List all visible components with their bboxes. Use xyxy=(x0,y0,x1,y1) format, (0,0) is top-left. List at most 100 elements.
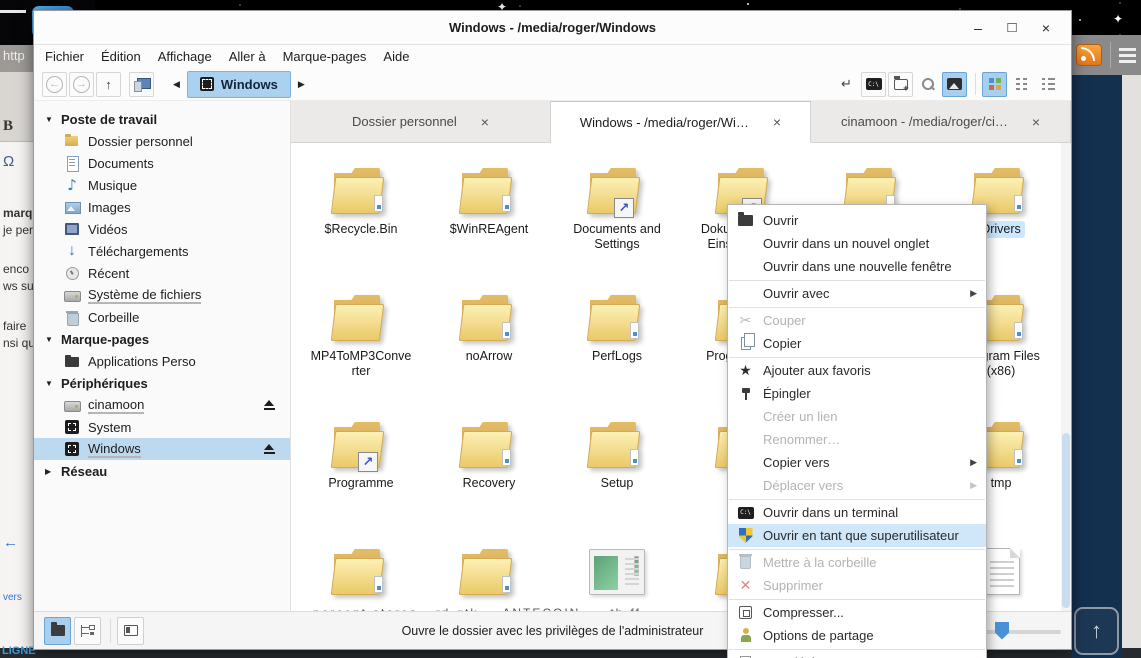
toggle-location-entry-button[interactable]: ↵ xyxy=(834,72,859,97)
sidebar-item-videos[interactable]: Vidéos xyxy=(34,218,290,240)
text-fragment: enco xyxy=(3,262,29,276)
back-button[interactable]: ← xyxy=(42,72,67,97)
menu-item-copier-vers[interactable]: Copier vers▶ xyxy=(728,451,986,474)
close-tab-icon[interactable]: × xyxy=(773,114,781,130)
forward-button[interactable]: → xyxy=(69,72,94,97)
close-button[interactable]: × xyxy=(1031,16,1061,40)
breadcrumb-windows[interactable]: Windows xyxy=(187,71,291,98)
eject-icon[interactable] xyxy=(263,444,276,455)
file-item[interactable]: ↗Programme xyxy=(297,401,425,528)
file-item[interactable]: $WinREAgent xyxy=(425,147,553,274)
background-page-right-edge: ↑ xyxy=(1072,75,1122,658)
titlebar[interactable]: Windows - /media/roger/Windows – □ × xyxy=(34,11,1071,45)
menu-item-compresser[interactable]: Compresser... xyxy=(728,601,986,624)
scroll-to-top-button[interactable]: ↑ xyxy=(1074,607,1119,655)
sidebar-item-corbeille[interactable]: Corbeille xyxy=(34,306,290,328)
tab-cinamoon[interactable]: cinamoon - /media/roger/ci… × xyxy=(811,101,1071,142)
section-reseau[interactable]: ▶ Réseau xyxy=(34,460,290,482)
submenu-arrow-icon: ▶ xyxy=(970,288,977,299)
folder-icon xyxy=(332,293,390,341)
folder-icon xyxy=(332,547,390,595)
file-item[interactable]: $Recycle.Bin xyxy=(297,147,425,274)
menu-affichage[interactable]: Affichage xyxy=(158,49,212,64)
breadcrumb-next-icon[interactable]: ▶ xyxy=(293,79,310,90)
open-terminal-button[interactable]: C:\ xyxy=(861,72,886,97)
share-icon xyxy=(739,628,753,643)
copy-icon xyxy=(741,337,751,350)
rss-icon[interactable] xyxy=(1076,44,1102,66)
menu-item-proprietes[interactable]: Propriétés xyxy=(728,651,986,658)
menu-item-copier[interactable]: Copier xyxy=(728,332,986,355)
menu-item-ouvrir-dans-un-terminal[interactable]: C:\Ouvrir dans un terminal xyxy=(728,501,986,524)
menu-aide[interactable]: Aide xyxy=(383,49,409,64)
sidebar-item-musique[interactable]: ♪Musique xyxy=(34,174,290,196)
menu-item-ouvrir-en-tant-que-superutilisateur[interactable]: Ouvrir en tant que superutilisateur xyxy=(728,524,986,547)
close-tab-icon[interactable]: × xyxy=(1032,114,1040,130)
sidebar-item-images[interactable]: Images xyxy=(34,196,290,218)
menu-separator xyxy=(729,549,985,550)
close-tab-icon[interactable]: × xyxy=(481,114,489,130)
minimize-button[interactable]: – xyxy=(963,16,993,40)
slider-handle[interactable] xyxy=(995,622,1009,640)
file-item[interactable] xyxy=(425,528,553,611)
menu-fichier[interactable]: Fichier xyxy=(45,49,84,64)
show-thumbnails-button[interactable] xyxy=(942,72,967,97)
sidebar-item-documents[interactable]: Documents xyxy=(34,152,290,174)
sidebar-item-applications-perso[interactable]: Applications Perso xyxy=(34,350,290,372)
section-marque-pages[interactable]: ▼ Marque-pages xyxy=(34,328,290,350)
sidebar-item-windows[interactable]: Windows xyxy=(34,438,290,460)
sidebar-item-dossier-personnel[interactable]: Dossier personnel xyxy=(34,130,290,152)
list-view-button[interactable] xyxy=(1036,72,1061,97)
vertical-scrollbar[interactable] xyxy=(1061,143,1071,611)
eject-icon[interactable] xyxy=(263,400,276,411)
open-folder-icon xyxy=(738,215,753,226)
file-item[interactable]: ↗Documents and Settings xyxy=(553,147,681,274)
compress-icon xyxy=(739,606,752,619)
breadcrumb-prev-icon[interactable]: ◀ xyxy=(168,79,185,90)
menu-item-ouvrir-avec[interactable]: Ouvrir avec▶ xyxy=(728,282,986,305)
tab-windows[interactable]: Windows - /media/roger/Wi… × xyxy=(551,101,811,143)
computer-button[interactable] xyxy=(129,72,154,97)
tab-dossier-personnel[interactable]: Dossier personnel × xyxy=(291,101,551,142)
file-item[interactable] xyxy=(553,528,681,611)
menu-item-ouvrir-nouvelle-fenetre[interactable]: Ouvrir dans une nouvelle fenêtre xyxy=(728,255,986,278)
menu-item-ouvrir-nouvel-onglet[interactable]: Ouvrir dans un nouvel onglet xyxy=(728,232,986,255)
menu-item-ouvrir[interactable]: Ouvrir xyxy=(728,209,986,232)
menu-marque-pages[interactable]: Marque-pages xyxy=(283,49,367,64)
sidebar-item-recent[interactable]: Récent xyxy=(34,262,290,284)
file-item[interactable]: PerfLogs xyxy=(553,274,681,401)
scrollbar-thumb[interactable] xyxy=(1062,433,1070,608)
maximize-button[interactable]: □ xyxy=(997,16,1027,40)
sidebar-item-system[interactable]: System xyxy=(34,416,290,438)
background-browser-left-edge: http B Ω marq je per enco ws sur faire n… xyxy=(0,40,33,648)
file-item[interactable]: Setup xyxy=(553,401,681,528)
section-poste-de-travail[interactable]: ▼ Poste de travail xyxy=(34,108,290,130)
file-item[interactable]: noArrow xyxy=(425,274,553,401)
menu-item-options-de-partage[interactable]: Options de partage xyxy=(728,624,986,647)
background-browser-toolbar xyxy=(1070,35,1141,75)
up-button[interactable]: ↑ xyxy=(96,72,121,97)
download-arrow-icon: ↓ xyxy=(64,243,80,259)
sidebar-item-telechargements[interactable]: ↓Téléchargements xyxy=(34,240,290,262)
sidebar-item-systeme-de-fichiers[interactable]: Système de fichiers xyxy=(34,284,290,306)
hamburger-menu-icon[interactable] xyxy=(1119,48,1136,63)
new-folder-button[interactable] xyxy=(888,72,913,97)
sidebar-item-cinamoon[interactable]: cinamoon xyxy=(34,394,290,416)
text-fragment: marq xyxy=(3,206,32,220)
bold-button-fragment: B xyxy=(3,118,13,135)
menu-edition[interactable]: Édition xyxy=(101,49,141,64)
computer-icon xyxy=(134,78,149,90)
menu-aller-a[interactable]: Aller à xyxy=(229,49,266,64)
menu-item-supprimer: ✕Supprimer xyxy=(728,574,986,597)
file-item[interactable] xyxy=(297,528,425,611)
compact-view-button[interactable] xyxy=(1009,72,1034,97)
file-item[interactable]: MP4ToMP3Converter xyxy=(297,274,425,401)
search-button[interactable] xyxy=(915,72,940,97)
menu-item-epingler[interactable]: Épingler xyxy=(728,382,986,405)
section-peripheriques[interactable]: ▼ Périphériques xyxy=(34,372,290,394)
menu-item-ajouter-aux-favoris[interactable]: ★Ajouter aux favoris xyxy=(728,359,986,382)
menu-separator xyxy=(729,307,985,308)
file-item[interactable]: Recovery xyxy=(425,401,553,528)
menu-item-mettre-a-la-corbeille: Mettre à la corbeille xyxy=(728,551,986,574)
icon-view-button[interactable] xyxy=(982,72,1007,97)
